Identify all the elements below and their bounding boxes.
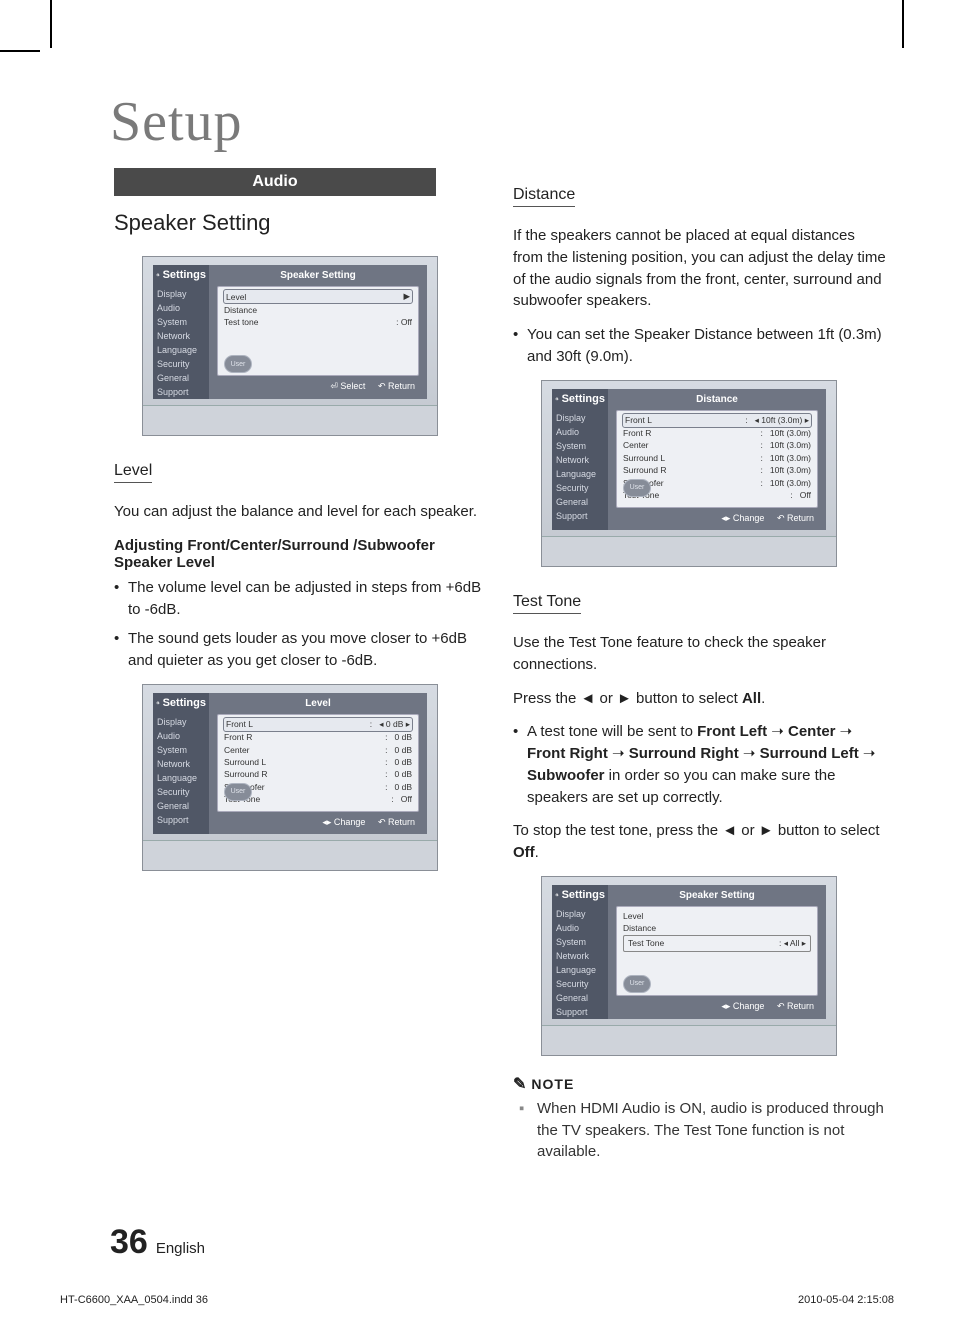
print-meta: HT-C6600_XAA_0504.indd 36 2010-05-04 2:1… <box>0 1294 954 1318</box>
sidebar-item[interactable]: Network <box>153 329 209 343</box>
menu-row[interactable]: Distance <box>224 303 412 315</box>
mock-title: Speaker Setting <box>209 265 427 286</box>
settings-header: Settings <box>552 393 608 411</box>
user-badge: User <box>207 327 269 373</box>
adjust-subheading: Adjusting Front/Center/Surround /Subwoof… <box>114 537 487 571</box>
bullet: The volume level can be adjusted in step… <box>114 577 487 621</box>
file-name: HT-C6600_XAA_0504.indd 36 <box>60 1294 208 1306</box>
lr-icon: ◂▸ <box>322 817 331 827</box>
lr-icon: ◂▸ <box>721 1001 730 1011</box>
sidebar-item[interactable]: Language <box>552 963 608 977</box>
return-icon: ↶ <box>378 381 386 391</box>
mock-testtone: SettingsDisplayAudioSystemNetworkLanguag… <box>541 876 837 1056</box>
return-icon: ↶ <box>777 1001 785 1011</box>
timestamp: 2010-05-04 2:15:08 <box>798 1294 894 1306</box>
sidebar-item[interactable]: Support <box>153 385 209 399</box>
lr-icon: ◂▸ <box>721 513 730 523</box>
sidebar-item[interactable]: Display <box>552 907 608 921</box>
sidebar-item[interactable]: General <box>552 495 608 509</box>
right-column: Distance If the speakers cannot be place… <box>513 168 886 1167</box>
sidebar-item[interactable]: System <box>552 935 608 949</box>
menu-row[interactable]: Level▶ <box>224 290 412 303</box>
mock-footer: ◂▸ Change ↶ Return <box>608 508 826 530</box>
enter-icon: ⏎ <box>330 381 338 391</box>
sidebar-item[interactable]: Network <box>552 453 608 467</box>
sidebar-item[interactable]: Display <box>153 715 209 729</box>
user-badge: User <box>606 451 668 497</box>
bullet: The sound gets louder as you move closer… <box>114 628 487 672</box>
sidebar-item[interactable]: General <box>153 799 209 813</box>
user-badge: User <box>606 947 668 993</box>
distance-desc: If the speakers cannot be placed at equa… <box>513 225 886 312</box>
mock-footer: ◂▸ Change ↶ Return <box>608 996 826 1018</box>
sidebar-item[interactable]: Security <box>552 481 608 495</box>
left-column: Audio Speaker Setting SettingsDisplayAud… <box>114 168 487 1167</box>
sidebar-item[interactable]: Display <box>153 287 209 301</box>
sidebar-item[interactable]: Language <box>153 771 209 785</box>
mock-title: Level <box>209 693 427 714</box>
sidebar-item[interactable]: Support <box>552 509 608 523</box>
sidebar-item[interactable]: Language <box>552 467 608 481</box>
sidebar-item[interactable]: Support <box>153 813 209 827</box>
mock-title: Speaker Setting <box>608 885 826 906</box>
menu-row[interactable]: Front L: ◂ 10ft (3.0m) ▸ <box>623 414 811 427</box>
level-desc: You can adjust the balance and level for… <box>114 501 487 523</box>
return-icon: ↶ <box>378 817 386 827</box>
mock-title: Distance <box>608 389 826 410</box>
section-band: Audio <box>114 168 436 196</box>
sidebar-item[interactable]: System <box>153 743 209 757</box>
sidebar-item[interactable]: Audio <box>153 729 209 743</box>
menu-row[interactable]: Front R: 10ft (3.0m) <box>623 427 811 439</box>
settings-header: Settings <box>153 269 209 287</box>
sidebar-item[interactable]: Audio <box>153 301 209 315</box>
mock-speaker-setting: SettingsDisplayAudioSystemNetworkLanguag… <box>142 256 438 436</box>
speaker-setting-heading: Speaker Setting <box>114 210 487 236</box>
distance-heading: Distance <box>513 186 575 207</box>
note-heading: ✎NOTE <box>513 1074 886 1094</box>
testtone-press: Press the ◄ or ► button to select All. <box>513 688 886 710</box>
page-footer: 36 English <box>110 1223 886 1262</box>
level-bullets: The volume level can be adjusted in step… <box>114 577 487 672</box>
sidebar-item[interactable]: Display <box>552 411 608 425</box>
sidebar-item[interactable]: System <box>153 315 209 329</box>
crop-marks <box>0 0 954 60</box>
pencil-icon: ✎ <box>513 1076 527 1093</box>
user-badge: User <box>207 755 269 801</box>
mock-footer: ◂▸ Change ↶ Return <box>209 812 427 834</box>
stop-testtone: To stop the test tone, press the ◄ or ► … <box>513 820 886 864</box>
sidebar-item[interactable]: Audio <box>552 921 608 935</box>
menu-row[interactable]: Level <box>623 910 811 922</box>
level-heading: Level <box>114 462 152 483</box>
page-number: 36 <box>110 1223 148 1262</box>
bullet-sequence: A test tone will be sent to Front Left ➝… <box>513 721 886 808</box>
settings-header: Settings <box>552 889 608 907</box>
sidebar-item[interactable]: Network <box>552 949 608 963</box>
sidebar-item[interactable]: Security <box>153 357 209 371</box>
sidebar-item[interactable]: Audio <box>552 425 608 439</box>
testtone-desc: Use the Test Tone feature to check the s… <box>513 632 886 676</box>
sidebar-item[interactable]: Language <box>153 343 209 357</box>
menu-row[interactable]: Distance <box>623 922 811 934</box>
sidebar-item[interactable]: General <box>552 991 608 1005</box>
testtone-heading: Test Tone <box>513 593 581 614</box>
page-language: English <box>156 1240 205 1257</box>
note-item: When HDMI Audio is ON, audio is produced… <box>537 1098 886 1163</box>
page-title: Setup <box>110 90 886 154</box>
return-icon: ↶ <box>777 513 785 523</box>
mock-distance: SettingsDisplayAudioSystemNetworkLanguag… <box>541 380 837 568</box>
settings-header: Settings <box>153 697 209 715</box>
sidebar-item[interactable]: Network <box>153 757 209 771</box>
sidebar-item[interactable]: Security <box>153 785 209 799</box>
mock-level: SettingsDisplayAudioSystemNetworkLanguag… <box>142 684 438 872</box>
sidebar-item[interactable]: General <box>153 371 209 385</box>
sidebar-item[interactable]: Security <box>552 977 608 991</box>
bullet: You can set the Speaker Distance between… <box>513 324 886 368</box>
menu-row[interactable]: Front L: ◂ 0 dB ▸ <box>224 718 412 731</box>
sidebar-item[interactable]: Support <box>552 1005 608 1019</box>
sidebar-item[interactable]: System <box>552 439 608 453</box>
menu-row[interactable]: Front R: 0 dB <box>224 731 412 743</box>
mock-footer: ⏎ Select ↶ Return <box>209 376 427 398</box>
